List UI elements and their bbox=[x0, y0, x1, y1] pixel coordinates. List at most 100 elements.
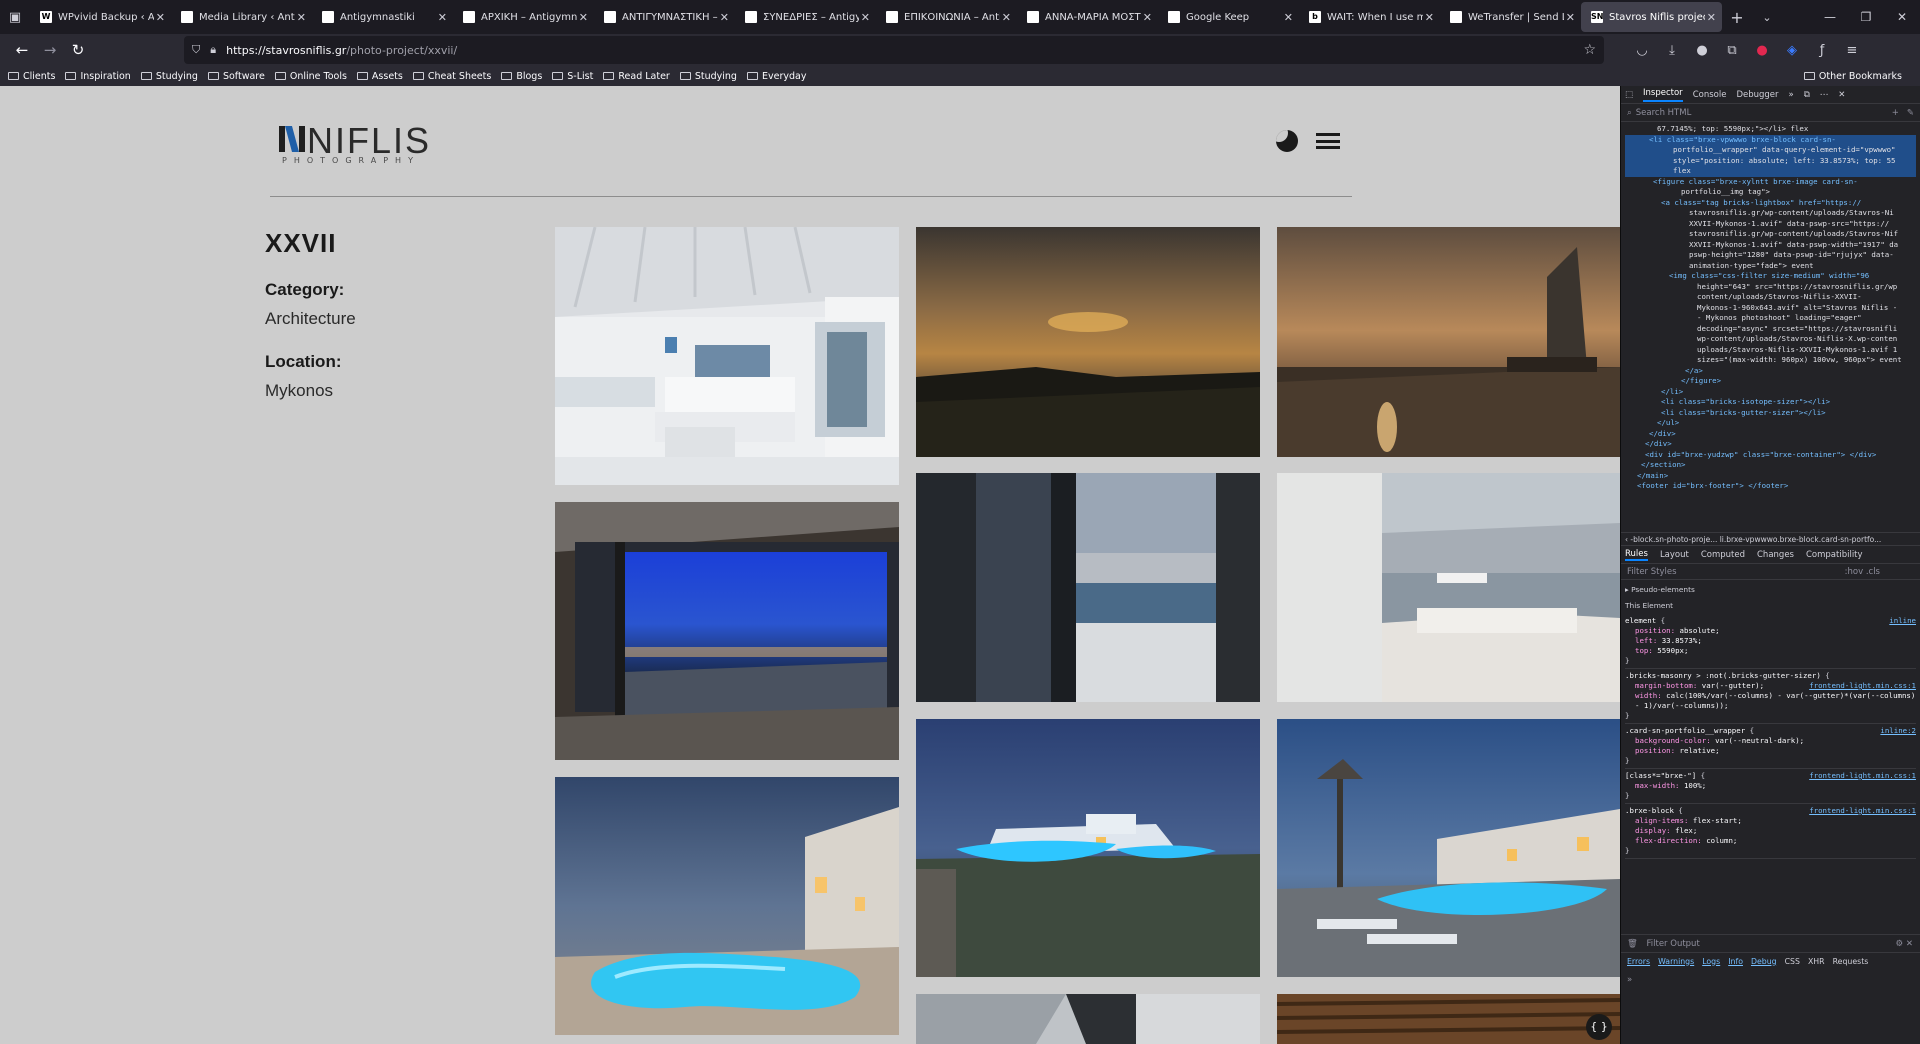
pseudo-elements-toggle[interactable]: ▸ Pseudo-elements bbox=[1625, 582, 1916, 598]
bookmark-folder[interactable]: Cheat Sheets bbox=[412, 71, 491, 82]
console-level-errors[interactable]: Errors bbox=[1627, 957, 1650, 966]
pick-element-icon[interactable]: ⬚ bbox=[1625, 90, 1633, 100]
list-all-tabs-icon[interactable]: ⌄ bbox=[1752, 11, 1782, 24]
browser-tab[interactable]: ΑΡΧΙΚΗ – Antigymnastiki✕ bbox=[453, 2, 594, 32]
console-level-css[interactable]: CSS bbox=[1785, 957, 1800, 966]
tab-inspector[interactable]: Inspector bbox=[1643, 88, 1683, 102]
css-declaration[interactable]: align-items: flex-start; bbox=[1625, 816, 1916, 826]
restore-icon[interactable]: ❐ bbox=[1848, 10, 1884, 24]
close-tab-icon[interactable]: ✕ bbox=[1566, 11, 1575, 24]
photo-partial-wooden-roof[interactable] bbox=[1277, 994, 1620, 1044]
close-window-icon[interactable]: ✕ bbox=[1884, 10, 1920, 24]
css-declaration[interactable]: position: absolute; bbox=[1625, 626, 1916, 636]
html-node-line[interactable]: <div id="brxe-yudzwp" class="brxe-contai… bbox=[1625, 450, 1916, 461]
reload-icon[interactable]: ↻ bbox=[64, 36, 92, 64]
rules-tab-changes[interactable]: Changes bbox=[1757, 550, 1794, 560]
bookmark-folder[interactable]: Software bbox=[207, 71, 265, 82]
function-icon[interactable]: ƒ bbox=[1814, 43, 1830, 58]
css-rule[interactable]: [class*="brxe-"] {frontend-light.min.css… bbox=[1625, 769, 1916, 804]
bookmark-folder[interactable]: Clients bbox=[8, 71, 55, 82]
css-declaration[interactable]: background-color: var(--neutral-dark); bbox=[1625, 736, 1916, 746]
html-node-line[interactable]: style="position: absolute; left: 33.8573… bbox=[1625, 155, 1916, 166]
html-node-line[interactable]: animation-type="fade"> event bbox=[1625, 261, 1916, 272]
rules-tab-rules[interactable]: Rules bbox=[1625, 549, 1648, 561]
close-tab-icon[interactable]: ✕ bbox=[156, 11, 165, 24]
devtools-menu-icon[interactable]: ⋯ bbox=[1820, 90, 1829, 100]
html-node-line[interactable]: </section> bbox=[1625, 460, 1916, 471]
extensions-icon[interactable]: ⧉ bbox=[1724, 43, 1740, 58]
css-source-link[interactable]: frontend-light.min.css:1 bbox=[1809, 771, 1916, 781]
close-tab-icon[interactable]: ✕ bbox=[438, 11, 447, 24]
hamburger-menu-icon[interactable] bbox=[1316, 133, 1340, 149]
css-rule[interactable]: element {inline position: absolute; left: … bbox=[1625, 614, 1916, 669]
photo-night-window-view[interactable] bbox=[555, 502, 899, 760]
photo-bedroom[interactable] bbox=[555, 227, 899, 485]
css-rule[interactable]: .bricks-masonry > :not(.bricks-gutter-si… bbox=[1625, 669, 1916, 724]
dock-icon[interactable]: ⧉ bbox=[1804, 90, 1810, 100]
html-node-line[interactable]: </main> bbox=[1625, 471, 1916, 482]
html-node-line[interactable]: <footer id="brx-footer"> </footer> bbox=[1625, 481, 1916, 492]
add-node-icon[interactable]: + bbox=[1892, 108, 1899, 118]
html-node-line[interactable]: </div> bbox=[1625, 429, 1916, 440]
html-node-line[interactable]: </li> bbox=[1625, 387, 1916, 398]
photo-sunset-pool[interactable] bbox=[1277, 227, 1620, 457]
minimize-icon[interactable]: — bbox=[1812, 10, 1848, 24]
photo-sunset-sea[interactable] bbox=[916, 227, 1260, 457]
html-node-line[interactable]: <img class="css-filter size-medium" widt… bbox=[1625, 271, 1916, 282]
console-level-logs[interactable]: Logs bbox=[1702, 957, 1720, 966]
css-source-link[interactable]: frontend-light.min.css:1 bbox=[1809, 681, 1916, 691]
forward-icon[interactable]: → bbox=[36, 36, 64, 64]
browser-tab[interactable]: W WPvivid Backup ‹ Antigymna✕ bbox=[30, 2, 171, 32]
browser-tab[interactable]: Media Library ‹ Antigymna✕ bbox=[171, 2, 312, 32]
html-node-line[interactable]: portfolio__img tag"> bbox=[1625, 187, 1916, 198]
html-node-line[interactable]: </div> bbox=[1625, 439, 1916, 450]
close-tab-icon[interactable]: ✕ bbox=[861, 11, 870, 24]
bookmark-star-icon[interactable]: ☆ bbox=[1583, 42, 1596, 58]
html-node-line[interactable]: - Mykonos photoshoot" loading="eager" bbox=[1625, 313, 1916, 324]
dom-breadcrumb[interactable]: ‹ -block.sn-photo-proje... li.brxe-vpwww… bbox=[1621, 532, 1920, 546]
browser-tab[interactable]: ΑΝΝΑ-ΜΑΡΙΑ ΜΟΣΤΡΑΤΟ✕ bbox=[1017, 2, 1158, 32]
html-node-line[interactable]: </ul> bbox=[1625, 418, 1916, 429]
bookmark-folder[interactable]: Online Tools bbox=[274, 71, 347, 82]
browser-tab[interactable]: ΣΥΝΕΔΡΙΕΣ – Antigymnas✕ bbox=[735, 2, 876, 32]
download-icon[interactable]: ⤓ bbox=[1664, 43, 1680, 58]
html-search-input[interactable]: ⌕ Search HTML + ✎ bbox=[1621, 104, 1920, 122]
browser-tab[interactable]: ΑΝΤΙΓΥΜΝΑΣΤΙΚΗ – Anti✕ bbox=[594, 2, 735, 32]
css-rule[interactable]: .card-sn-portfolio__wrapper {inline:2 bac… bbox=[1625, 724, 1916, 769]
html-node-line[interactable]: pswp-height="1280" data-pswp-id="rjujyx"… bbox=[1625, 250, 1916, 261]
photo-villa-pool-loungers[interactable] bbox=[1277, 719, 1620, 977]
browser-tab[interactable]: ΕΠΙΚΟΙΝΩΝΙΑ – Antigym✕ bbox=[876, 2, 1017, 32]
html-node-line[interactable]: 67.7145%; top: 5590px;"></li> flex bbox=[1625, 124, 1916, 135]
html-node-line[interactable]: stavrosniflis.gr/wp-content/uploads/Stav… bbox=[1625, 229, 1916, 240]
html-node-line[interactable]: decoding="async" srcset="https://stavros… bbox=[1625, 324, 1916, 335]
code-braces-icon[interactable]: { } bbox=[1586, 1014, 1612, 1040]
photo-pool-dusk[interactable] bbox=[555, 777, 899, 1035]
browser-tab[interactable]: Google Keep ✕ bbox=[1158, 2, 1299, 32]
html-node-line[interactable]: <li class="bricks-isotope-sizer"></li> bbox=[1625, 397, 1916, 408]
bookmark-folder[interactable]: Everyday bbox=[746, 71, 806, 82]
url-bar[interactable]: ⛉ 🔒︎ https://stavrosniflis.gr/photo-proj… bbox=[184, 36, 1604, 64]
html-node-line[interactable]: <li class="bricks-gutter-sizer"></li> bbox=[1625, 408, 1916, 419]
pocket-icon[interactable]: ◡ bbox=[1634, 43, 1650, 58]
html-node-line[interactable]: flex bbox=[1625, 166, 1916, 177]
browser-tab[interactable]: b WAIT: When I use maso✕ bbox=[1299, 2, 1440, 32]
bookmark-other[interactable]: Other Bookmarks bbox=[1803, 71, 1902, 82]
html-tree[interactable]: 67.7145%; top: 5590px;"></li> flex <li cl… bbox=[1621, 122, 1920, 532]
console-level-requests[interactable]: Requests bbox=[1833, 957, 1869, 966]
close-tab-icon[interactable]: ✕ bbox=[297, 11, 306, 24]
console-level-xhr[interactable]: XHR bbox=[1808, 957, 1825, 966]
trash-icon[interactable]: 🗑︎ bbox=[1627, 939, 1638, 949]
html-node-line[interactable]: uploads/Stavros-Niflis-XXVII-Mykonos-1.a… bbox=[1625, 345, 1916, 356]
photo-balcony-view-town[interactable] bbox=[916, 473, 1260, 702]
console-filter-input[interactable]: 🗑︎ Filter Output ⚙ ✕ bbox=[1621, 935, 1920, 953]
html-node-line[interactable]: Mykonos-1-960x643.avif" alt="Stavros Nif… bbox=[1625, 303, 1916, 314]
recorder-icon[interactable]: ● bbox=[1754, 43, 1770, 58]
html-node-line[interactable]: stavrosniflis.gr/wp-content/uploads/Stav… bbox=[1625, 208, 1916, 219]
bookmark-folder[interactable]: S-List bbox=[552, 71, 593, 82]
new-tab-icon[interactable]: + bbox=[1722, 8, 1752, 27]
bookmark-folder[interactable]: Studying bbox=[679, 71, 737, 82]
html-node-line[interactable]: </a> bbox=[1625, 366, 1916, 377]
browser-tab[interactable]: SN Stavros Niflis project in M✕ bbox=[1581, 2, 1722, 32]
console-prompt[interactable]: » bbox=[1621, 969, 1920, 991]
lock-icon[interactable]: 🔒︎ bbox=[210, 43, 216, 57]
